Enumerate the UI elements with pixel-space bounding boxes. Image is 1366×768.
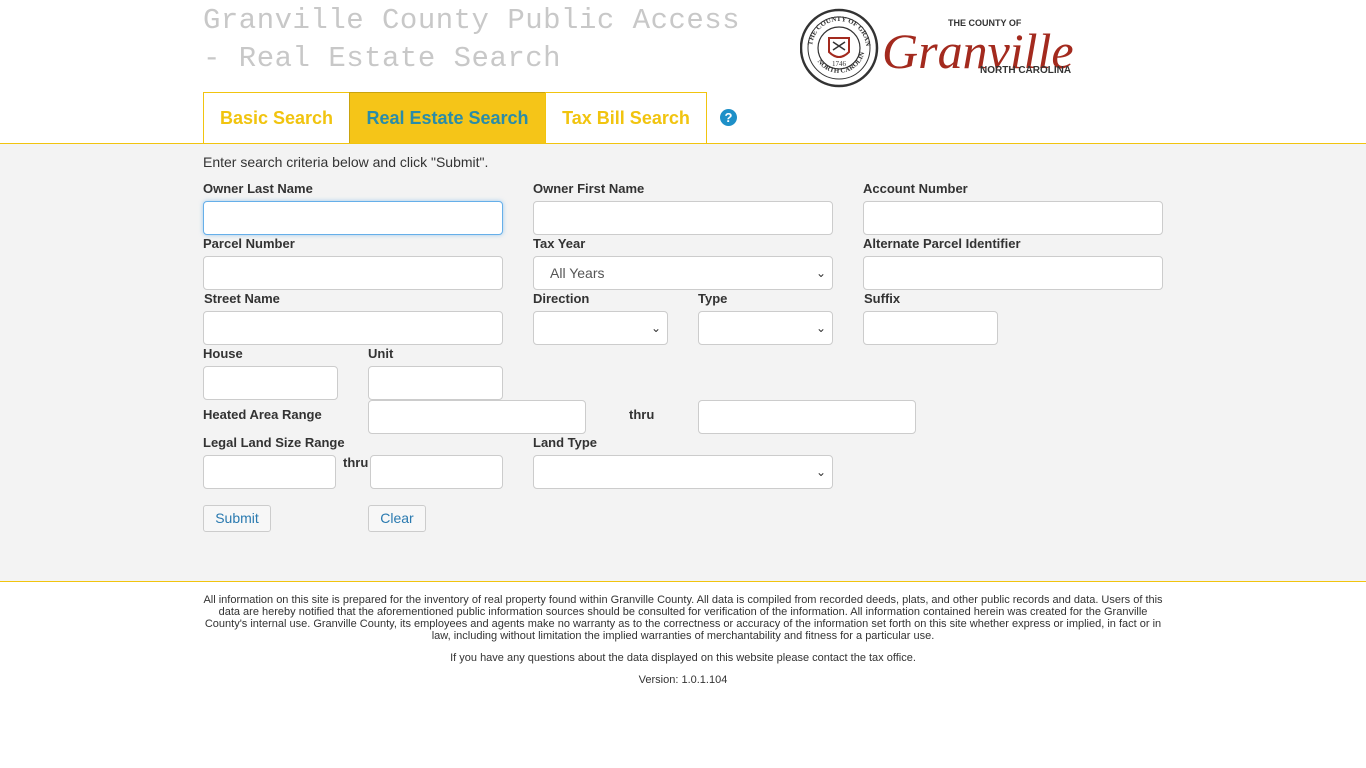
legal-land-thru-label: thru (343, 455, 369, 470)
heated-area-thru-label: thru (629, 407, 655, 422)
legal-land-size-label: Legal Land Size Range (203, 435, 345, 450)
type-label: Type (698, 291, 728, 306)
chevron-down-icon: ⌄ (650, 321, 661, 335)
alternate-parcel-input[interactable] (863, 256, 1163, 290)
page-title-line2: - Real Estate Search (203, 42, 562, 75)
search-tabs: Basic Search Real Estate Search Tax Bill… (203, 92, 707, 143)
house-input[interactable] (203, 366, 338, 400)
county-seal: 1746 THE COUNTY OF GRANVILLE NORTH CAROL… (800, 8, 879, 88)
parcel-number-label: Parcel Number (203, 236, 295, 251)
suffix-input[interactable] (863, 311, 998, 345)
chevron-down-icon: ⌄ (815, 321, 826, 335)
suffix-label: Suffix (864, 291, 901, 306)
tax-year-selected: All Years (550, 265, 605, 281)
land-type-select[interactable]: ⌄ (533, 455, 833, 489)
heated-area-to-input[interactable] (698, 400, 916, 434)
unit-input[interactable] (368, 366, 503, 400)
footer-version: Version: 1.0.1.104 (638, 674, 728, 686)
street-name-label: Street Name (204, 291, 280, 306)
tab-real-estate-search[interactable]: Real Estate Search (349, 92, 546, 143)
submit-button[interactable]: Submit (203, 505, 271, 532)
tab-basic-search[interactable]: Basic Search (203, 92, 350, 143)
street-name-input[interactable] (203, 311, 503, 345)
logo-state-text: NORTH CAROLINA (980, 65, 1071, 76)
footer-contact: If you have any questions about the data… (450, 652, 916, 664)
page-title-line1: Granville County Public Access (203, 4, 741, 37)
owner-last-name-input[interactable] (203, 201, 503, 235)
direction-label: Direction (533, 291, 590, 306)
tax-year-label: Tax Year (533, 236, 586, 251)
parcel-number-input[interactable] (203, 256, 503, 290)
type-select[interactable]: ⌄ (698, 311, 833, 345)
account-number-label: Account Number (863, 181, 968, 196)
tab-tax-bill-search[interactable]: Tax Bill Search (545, 92, 707, 143)
legal-land-to-input[interactable] (370, 455, 503, 489)
legal-land-from-input[interactable] (203, 455, 336, 489)
form-instructions: Enter search criteria below and click "S… (203, 154, 489, 170)
account-number-input[interactable] (863, 201, 1163, 235)
heated-area-from-input[interactable] (368, 400, 586, 434)
tax-year-select[interactable]: All Years ⌄ (533, 256, 833, 290)
chevron-down-icon: ⌄ (815, 465, 826, 479)
chevron-down-icon: ⌄ (815, 266, 826, 280)
owner-first-name-input[interactable] (533, 201, 833, 235)
heated-area-label: Heated Area Range (203, 407, 322, 422)
county-logo: 1746 THE COUNTY OF GRANVILLE NORTH CAROL… (800, 8, 1074, 88)
alternate-parcel-label: Alternate Parcel Identifier (863, 236, 1021, 251)
direction-select[interactable]: ⌄ (533, 311, 668, 345)
owner-last-name-label: Owner Last Name (203, 181, 313, 196)
owner-first-name-label: Owner First Name (533, 181, 645, 196)
page-title: Granville County Public Access - Real Es… (203, 2, 740, 78)
question-circle-icon[interactable]: ? (720, 109, 737, 126)
land-type-label: Land Type (533, 435, 598, 450)
unit-label: Unit (368, 346, 394, 361)
house-label: House (203, 346, 243, 361)
clear-button[interactable]: Clear (368, 505, 426, 532)
footer-disclaimer: All information on this site is prepared… (203, 594, 1163, 642)
